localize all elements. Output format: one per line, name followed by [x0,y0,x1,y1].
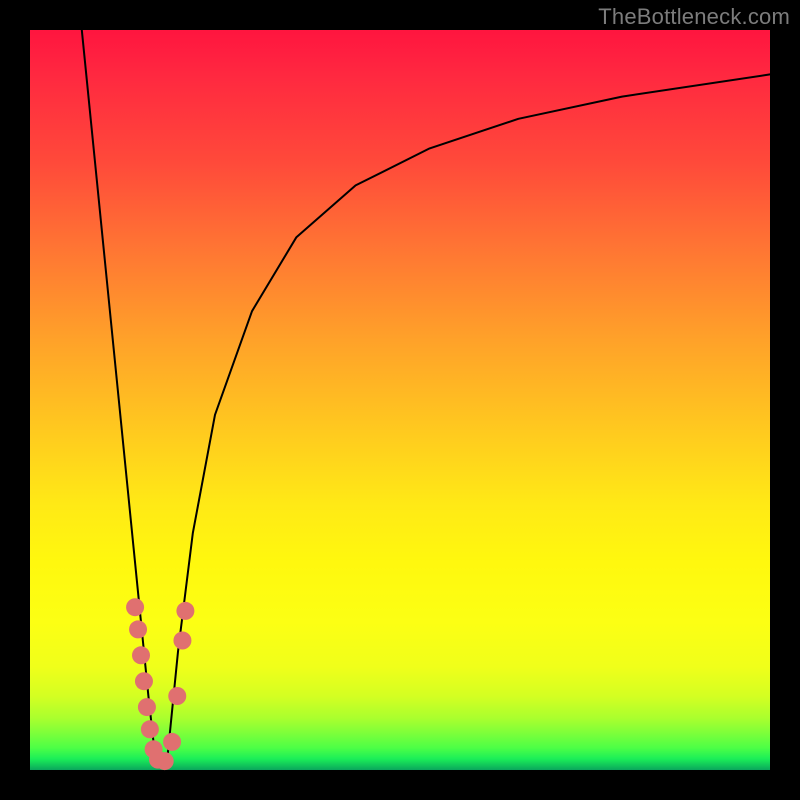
data-marker [141,720,159,738]
data-marker [176,602,194,620]
data-marker [129,620,147,638]
data-marker [135,672,153,690]
data-marker [163,733,181,751]
data-marker [173,632,191,650]
attribution-text: TheBottleneck.com [598,4,790,30]
data-marker [168,687,186,705]
curve-right-branch [167,74,770,762]
data-marker [138,698,156,716]
data-marker [126,598,144,616]
chart-svg [30,30,770,770]
chart-frame: TheBottleneck.com [0,0,800,800]
data-marker [132,646,150,664]
data-marker [156,752,174,770]
plot-area [30,30,770,770]
marker-layer [126,598,194,770]
curve-layer [82,30,770,763]
